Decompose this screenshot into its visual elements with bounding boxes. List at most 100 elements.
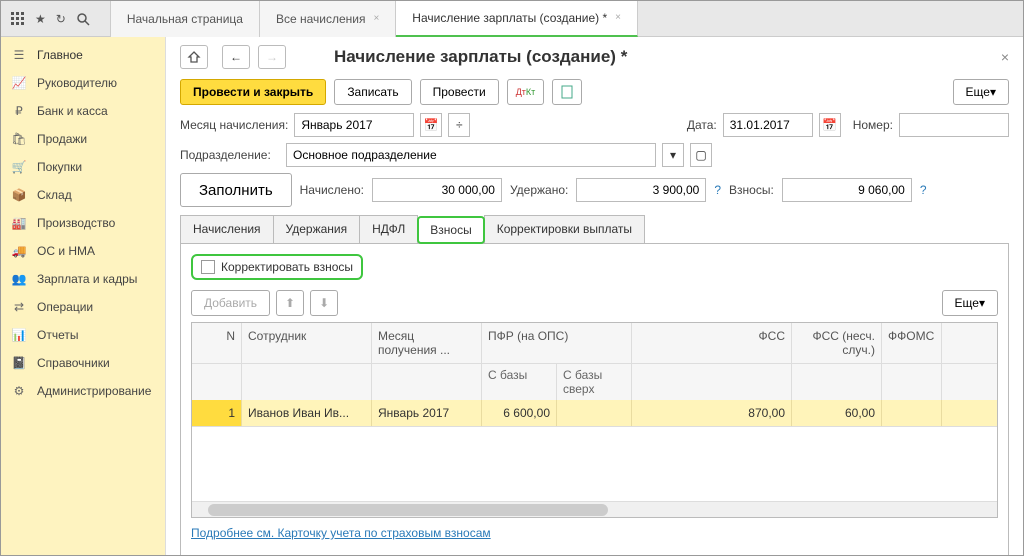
close-icon[interactable]: × bbox=[1001, 49, 1009, 65]
sidebar-item-manager[interactable]: 📈Руководителю bbox=[1, 69, 165, 97]
cell-ffoms bbox=[882, 400, 942, 426]
col-n[interactable]: N bbox=[192, 323, 242, 363]
history-icon[interactable]: ↻ bbox=[56, 12, 66, 26]
sidebar-item-sales[interactable]: 🛍Продажи bbox=[1, 125, 165, 153]
move-down-button[interactable]: ⬇ bbox=[310, 290, 338, 316]
sidebar-item-operations[interactable]: ⇄Операции bbox=[1, 293, 165, 321]
table-row[interactable]: 1 Иванов Иван Ив... Январь 2017 6 600,00… bbox=[192, 400, 997, 426]
tab-contributions[interactable]: Взносы bbox=[417, 216, 484, 244]
withheld-input[interactable] bbox=[576, 178, 706, 202]
truck-icon: 🚚 bbox=[11, 243, 27, 259]
col-pfr[interactable]: ПФР (на ОПС) bbox=[482, 323, 632, 363]
accrued-label: Начислено: bbox=[300, 183, 364, 197]
month-input[interactable] bbox=[294, 113, 414, 137]
help-icon[interactable]: ? bbox=[920, 183, 927, 197]
sidebar-item-assets[interactable]: 🚚ОС и НМА bbox=[1, 237, 165, 265]
cell-fss: 870,00 bbox=[632, 400, 792, 426]
col-month[interactable]: Месяц получения ... bbox=[372, 323, 482, 363]
table-more-button[interactable]: Еще ▾ bbox=[942, 290, 998, 316]
dept-input[interactable] bbox=[286, 143, 656, 167]
month-label: Месяц начисления: bbox=[180, 118, 288, 132]
sidebar-hamburger[interactable]: ☰Главное bbox=[1, 41, 165, 69]
contrib-label: Взносы: bbox=[729, 183, 774, 197]
add-button[interactable]: Добавить bbox=[191, 290, 270, 316]
write-button[interactable]: Записать bbox=[334, 79, 411, 105]
swap-icon: ⇄ bbox=[11, 299, 27, 315]
tab-all-accruals[interactable]: Все начисления× bbox=[260, 1, 396, 37]
contrib-input[interactable] bbox=[782, 178, 912, 202]
cell-fss-accident: 60,00 bbox=[792, 400, 882, 426]
help-icon[interactable]: ? bbox=[714, 183, 721, 197]
tab-home[interactable]: Начальная страница bbox=[110, 1, 260, 37]
box-icon: 📦 bbox=[11, 187, 27, 203]
sidebar-item-production[interactable]: 🏭Производство bbox=[1, 209, 165, 237]
gear-icon: ⚙ bbox=[11, 383, 27, 399]
menu-icon: ☰ bbox=[11, 47, 27, 63]
horizontal-scrollbar[interactable] bbox=[192, 501, 997, 517]
post-button[interactable]: Провести bbox=[420, 79, 499, 105]
search-icon[interactable] bbox=[76, 12, 90, 26]
tab-accruals[interactable]: Начисления bbox=[180, 215, 274, 243]
sidebar: ☰Главное 📈Руководителю ₽Банк и касса 🛍Пр… bbox=[1, 37, 166, 555]
book-icon: 📓 bbox=[11, 355, 27, 371]
col-fss[interactable]: ФСС bbox=[632, 323, 792, 363]
bag-icon: 🛍 bbox=[11, 131, 27, 147]
calendar-icon[interactable]: 📅 bbox=[420, 113, 442, 137]
tab-withholdings[interactable]: Удержания bbox=[273, 215, 361, 243]
date-input[interactable] bbox=[723, 113, 813, 137]
dtkt-button[interactable]: ДтКт bbox=[507, 79, 545, 105]
home-button[interactable] bbox=[180, 45, 208, 69]
main-content: ← → Начисление зарплаты (создание) * × П… bbox=[166, 37, 1023, 555]
star-icon[interactable]: ★ bbox=[35, 12, 46, 26]
cell-pfr-base: 6 600,00 bbox=[482, 400, 557, 426]
post-close-button[interactable]: Провести и закрыть bbox=[180, 79, 326, 105]
factory-icon: 🏭 bbox=[11, 215, 27, 231]
col-pfr-over[interactable]: С базы сверх bbox=[557, 364, 632, 400]
calendar-icon[interactable]: 📅 bbox=[819, 113, 841, 137]
chart-icon: 📈 bbox=[11, 75, 27, 91]
cell-month: Январь 2017 bbox=[372, 400, 482, 426]
accrued-input[interactable] bbox=[372, 178, 502, 202]
close-icon[interactable]: × bbox=[615, 12, 621, 23]
withheld-label: Удержано: bbox=[510, 183, 568, 197]
col-fss-accident[interactable]: ФСС (несч. случ.) bbox=[792, 323, 882, 363]
more-button[interactable]: Еще ▾ bbox=[953, 79, 1009, 105]
close-icon[interactable]: × bbox=[373, 13, 379, 24]
date-label: Дата: bbox=[687, 118, 717, 132]
top-toolbar: ★ ↻ Начальная страница Все начисления× Н… bbox=[1, 1, 1023, 37]
back-button[interactable]: ← bbox=[222, 45, 250, 69]
spinner-icon[interactable]: ÷ bbox=[448, 113, 470, 137]
dept-label: Подразделение: bbox=[180, 148, 280, 162]
cell-n: 1 bbox=[192, 400, 242, 426]
sidebar-item-admin[interactable]: ⚙Администрирование bbox=[1, 377, 165, 405]
tab-salary-create[interactable]: Начисление зарплаты (создание) *× bbox=[396, 1, 638, 37]
cart-icon: 🛒 bbox=[11, 159, 27, 175]
sidebar-item-catalogs[interactable]: 📓Справочники bbox=[1, 349, 165, 377]
fill-button[interactable]: Заполнить bbox=[180, 173, 292, 207]
document-icon-button[interactable] bbox=[552, 79, 582, 105]
dropdown-icon[interactable]: ▾ bbox=[662, 143, 684, 167]
col-pfr-base[interactable]: С базы bbox=[482, 364, 557, 400]
cell-employee: Иванов Иван Ив... bbox=[242, 400, 372, 426]
adjust-contributions-option[interactable]: Корректировать взносы bbox=[191, 254, 363, 280]
sidebar-item-purchases[interactable]: 🛒Покупки bbox=[1, 153, 165, 181]
move-up-button[interactable]: ⬆ bbox=[276, 290, 304, 316]
number-input[interactable] bbox=[899, 113, 1009, 137]
col-employee[interactable]: Сотрудник bbox=[242, 323, 372, 363]
checkbox-icon[interactable] bbox=[201, 260, 215, 274]
page-title: Начисление зарплаты (создание) * bbox=[334, 47, 627, 67]
tab-corrections[interactable]: Корректировки выплаты bbox=[484, 215, 645, 243]
sidebar-item-salary[interactable]: 👥Зарплата и кадры bbox=[1, 265, 165, 293]
col-ffoms[interactable]: ФФОМС bbox=[882, 323, 942, 363]
apps-icon[interactable] bbox=[11, 12, 25, 26]
sidebar-item-bank[interactable]: ₽Банк и касса bbox=[1, 97, 165, 125]
report-icon: 📊 bbox=[11, 327, 27, 343]
sidebar-item-reports[interactable]: 📊Отчеты bbox=[1, 321, 165, 349]
sidebar-item-warehouse[interactable]: 📦Склад bbox=[1, 181, 165, 209]
contributions-grid: N Сотрудник Месяц получения ... ПФР (на … bbox=[191, 322, 998, 518]
open-icon[interactable]: ▢ bbox=[690, 143, 712, 167]
tab-ndfl[interactable]: НДФЛ bbox=[359, 215, 418, 243]
details-link[interactable]: Подробнее см. Карточку учета по страховы… bbox=[191, 518, 491, 548]
forward-button[interactable]: → bbox=[258, 45, 286, 69]
adjust-label: Корректировать взносы bbox=[221, 260, 353, 274]
